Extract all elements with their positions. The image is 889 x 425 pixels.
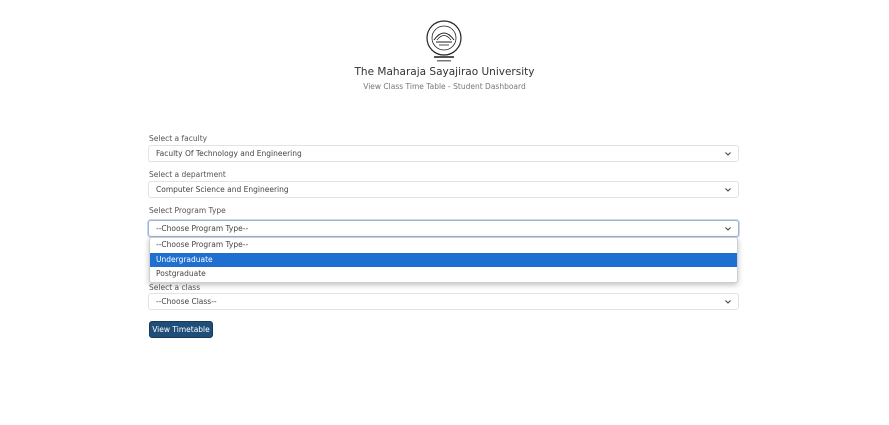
faculty-select[interactable]: Faculty Of Technology and Engineering [148,145,739,162]
chevron-down-icon [725,227,731,231]
program-type-dropdown: --Choose Program Type-- Undergraduate Po… [149,237,738,283]
dropdown-option[interactable]: Postgraduate [150,267,737,282]
university-name: The Maharaja Sayajirao University [354,66,535,78]
class-select-value: --Choose Class-- [156,297,217,306]
view-timetable-button[interactable]: View Timetable [149,321,213,338]
faculty-label: Select a faculty [149,134,208,143]
dropdown-option[interactable]: --Choose Program Type-- [150,238,737,253]
dropdown-option-highlighted[interactable]: Undergraduate [150,252,737,268]
department-select[interactable]: Computer Science and Engineering [148,181,739,198]
university-logo [420,18,468,66]
program-type-select-value: --Choose Program Type-- [156,224,249,233]
faculty-select-value: Faculty Of Technology and Engineering [156,149,302,158]
department-label: Select a department [149,170,226,179]
chevron-down-icon [725,300,731,304]
program-type-select[interactable]: --Choose Program Type-- [148,220,739,237]
page-subtitle: View Class Time Table - Student Dashboar… [363,82,526,91]
chevron-down-icon [725,188,731,192]
class-select[interactable]: --Choose Class-- [148,293,739,310]
department-select-value: Computer Science and Engineering [156,185,289,194]
class-label: Select a class [149,283,201,292]
program-type-label: Select Program Type [149,206,226,215]
chevron-down-icon [725,152,731,156]
